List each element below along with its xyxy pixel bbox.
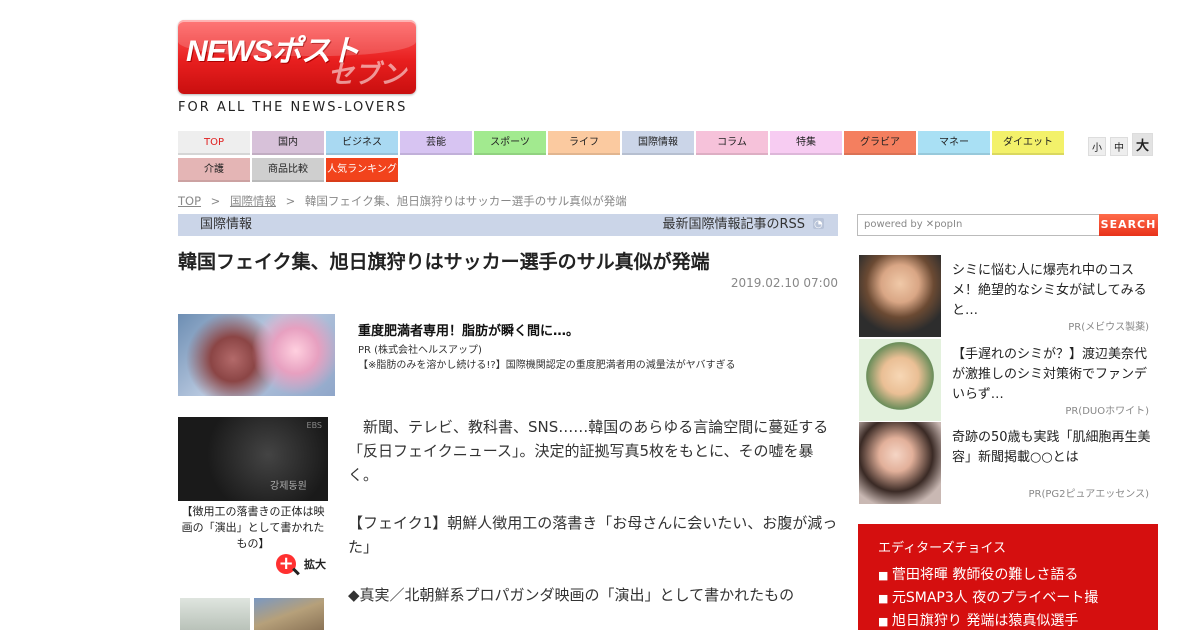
sidebar-ad[interactable]: シミに悩む人に爆売れ中のコスメ！絶望的なシミ女が試してみると… PR(メビウス製… bbox=[859, 255, 1158, 337]
category-label: 国際情報 bbox=[200, 217, 253, 232]
pr-ad-sponsor: PR (株式会社ヘルスアップ) bbox=[358, 345, 482, 356]
breadcrumb-section-link[interactable]: 国際情報 bbox=[230, 194, 276, 208]
sidebar-ad-title[interactable]: 【手遅れのシミが？】渡辺美奈代が激推しのシミ対策術でファンデいらず… bbox=[952, 345, 1152, 405]
nav-tab[interactable]: 介護 bbox=[178, 158, 250, 182]
rss-link[interactable]: 最新国際情報記事のRSS bbox=[662, 214, 824, 236]
category-bar: 国際情報 最新国際情報記事のRSS bbox=[178, 214, 838, 236]
thumbnail-image[interactable] bbox=[254, 598, 324, 630]
thumbnail-image[interactable] bbox=[180, 598, 250, 630]
figure-thumbnails bbox=[180, 598, 324, 630]
search-input[interactable]: powered by ✕popIn bbox=[857, 214, 1100, 236]
nav-tab[interactable]: 芸能 bbox=[400, 131, 472, 155]
figure-caption: 【徴用工の落書きの正体は映画の「演出」として書かれたもの】 bbox=[181, 505, 325, 550]
font-size-control: 小 中 大 bbox=[1088, 133, 1154, 156]
article-paragraph: ◆真実／北朝鮮系プロパガンダ映画の「演出」として書かれたもの bbox=[348, 586, 795, 604]
sidebar-ad-image[interactable] bbox=[859, 339, 941, 421]
logo-badge[interactable]: NEWSポスト セブン bbox=[178, 20, 416, 94]
breadcrumb-separator: > bbox=[285, 194, 296, 208]
breadcrumb-separator: > bbox=[210, 194, 221, 208]
font-size-large-button[interactable]: 大 bbox=[1132, 133, 1154, 156]
breadcrumb-home-link[interactable]: TOP bbox=[178, 194, 201, 208]
nav-tab[interactable]: グラビア bbox=[844, 131, 916, 155]
sidebar-ad-source: PR(DUOホワイト) bbox=[1065, 406, 1149, 417]
logo-tagline: FOR ALL THE NEWS-LOVERS bbox=[178, 100, 408, 115]
zoom-button[interactable]: 拡大 bbox=[178, 554, 328, 576]
nav-tab[interactable]: 特集 bbox=[770, 131, 842, 155]
figure-overlay-text: 강제동원 bbox=[270, 481, 307, 492]
article-title: 韓国フェイク集、旭日旗狩りはサッカー選手のサル真似が発端 bbox=[178, 251, 710, 273]
nav-tab[interactable]: 人気ランキング bbox=[326, 158, 398, 182]
article-figure: EBS 강제동원 【徴用工の落書きの正体は映画の「演出」として書かれたもの】 拡… bbox=[178, 417, 328, 576]
sidebar-ad-title[interactable]: シミに悩む人に爆売れ中のコスメ！絶望的なシミ女が試してみると… bbox=[952, 261, 1152, 321]
category-nav: TOP 国内 ビジネス 芸能 スポーツ ライフ 国際情報 コラム 特集 グラビア マネー ダイエット … bbox=[178, 131, 1068, 185]
search-button[interactable]: SEARCH bbox=[1099, 214, 1158, 236]
nav-row-secondary: 介護 商品比較 人気ランキング bbox=[178, 158, 1068, 182]
rss-label: 最新国際情報記事のRSS bbox=[662, 217, 805, 232]
article-paragraph: 【フェイク1】朝鮮人徴用工の落書き「お母さんに会いたい、お腹が減った」 bbox=[348, 514, 838, 556]
breadcrumb: TOP > 国際情報 > 韓国フェイク集、旭日旗狩りはサッカー選手のサル真似が発… bbox=[178, 193, 627, 209]
figure-channel-mark: EBS bbox=[306, 421, 322, 430]
nav-tab[interactable]: コラム bbox=[696, 131, 768, 155]
article-paragraph: 新聞、テレビ、教科書、SNS……韓国のあらゆる言論空間に蔓延する「反日フェイクニ… bbox=[348, 418, 829, 484]
article-body: 新聞、テレビ、教科書、SNS……韓国のあらゆる言論空間に蔓延する「反日フェイクニ… bbox=[348, 415, 838, 630]
nav-tab[interactable]: ビジネス bbox=[326, 131, 398, 155]
sidebar-ad[interactable]: 奇跡の50歳も実践「肌細胞再生美容」新聞掲載○○とは PR(PG2ピュアエッセン… bbox=[859, 422, 1158, 504]
pr-ad-description[interactable]: 【※脂肪のみを溶かし続ける!?】国際機関認定の重度肥満者用の減量法がヤバすぎる bbox=[358, 356, 736, 371]
nav-tab[interactable]: 商品比較 bbox=[252, 158, 324, 182]
figure-image[interactable]: EBS 강제동원 bbox=[178, 417, 328, 501]
nav-row-primary: TOP 国内 ビジネス 芸能 スポーツ ライフ 国際情報 コラム 特集 グラビア マネー ダイエット bbox=[178, 131, 1068, 155]
nav-tab[interactable]: 国際情報 bbox=[622, 131, 694, 155]
nav-tab[interactable]: 国内 bbox=[252, 131, 324, 155]
logo-sub-text: セブン bbox=[327, 59, 406, 89]
editors-choice-heading: エディターズチョイス bbox=[878, 541, 1007, 556]
nav-tab[interactable]: マネー bbox=[918, 131, 990, 155]
breadcrumb-current: 韓国フェイク集、旭日旗狩りはサッカー選手のサル真似が発端 bbox=[304, 194, 627, 208]
font-size-medium-button[interactable]: 中 bbox=[1110, 137, 1128, 156]
nav-tab[interactable]: TOP bbox=[178, 131, 250, 155]
sidebar-ad-image[interactable] bbox=[859, 255, 941, 337]
sidebar-ad-source: PR(メビウス製薬) bbox=[1068, 322, 1149, 333]
sidebar-ad[interactable]: 【手遅れのシミが？】渡辺美奈代が激推しのシミ対策術でファンデいらず… PR(DU… bbox=[859, 339, 1158, 421]
pr-ad-image[interactable] bbox=[178, 314, 335, 396]
sidebar-ad-title[interactable]: 奇跡の50歳も実践「肌細胞再生美容」新聞掲載○○とは bbox=[952, 428, 1152, 468]
editors-choice-item[interactable]: 元SMAP3人 夜のプライベート撮 bbox=[878, 587, 1098, 610]
font-size-small-button[interactable]: 小 bbox=[1088, 137, 1106, 156]
sidebar-ad-image[interactable] bbox=[859, 422, 941, 504]
zoom-label: 拡大 bbox=[304, 558, 326, 571]
editors-choice-item[interactable]: 菅田将暉 教師役の難しさ語る bbox=[878, 564, 1098, 587]
nav-tab[interactable]: ライフ bbox=[548, 131, 620, 155]
site-logo[interactable]: NEWSポスト セブン FOR ALL THE NEWS-LOVERS bbox=[178, 20, 418, 115]
pr-ad-title[interactable]: 重度肥満者専用！脂肪が瞬く間に…。 bbox=[358, 320, 579, 339]
nav-tab[interactable]: スポーツ bbox=[474, 131, 546, 155]
rss-icon bbox=[813, 214, 824, 236]
editors-choice-list: 菅田将暉 教師役の難しさ語る 元SMAP3人 夜のプライベート撮 旭日旗狩り 発… bbox=[878, 564, 1098, 630]
editors-choice-box: エディターズチョイス 菅田将暉 教師役の難しさ語る 元SMAP3人 夜のプライベ… bbox=[858, 524, 1158, 630]
publish-date: 2019.02.10 07:00 bbox=[730, 276, 838, 290]
editors-choice-item[interactable]: 旭日旗狩り 発端は猿真似選手 bbox=[878, 610, 1098, 630]
zoom-in-icon bbox=[276, 554, 300, 576]
site-search: powered by ✕popIn SEARCH bbox=[857, 214, 1158, 236]
nav-tab[interactable]: ダイエット bbox=[992, 131, 1064, 155]
sidebar-ad-source: PR(PG2ピュアエッセンス) bbox=[1028, 489, 1149, 500]
